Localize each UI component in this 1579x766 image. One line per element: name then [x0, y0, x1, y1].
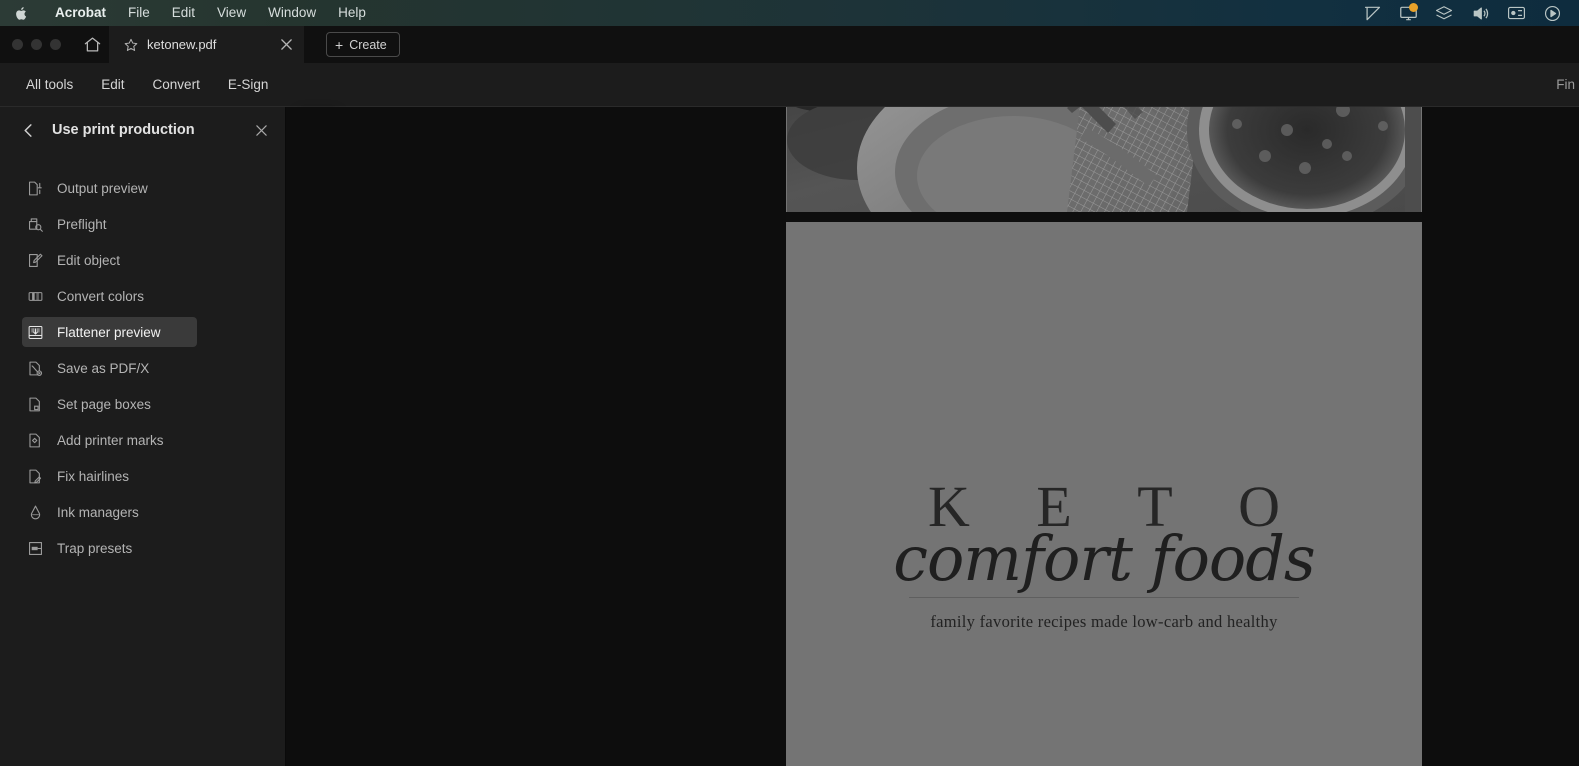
pdf-page[interactable]: K E T O comfort foods family favorite re… [786, 107, 1422, 766]
sidebar-item-flattener-preview[interactable]: Flattener preview [22, 317, 197, 347]
edit-object-icon [26, 251, 45, 270]
sidebar-item-label: Fix hairlines [57, 468, 130, 484]
tools-strip: All tools Edit Convert E-Sign Fin [0, 63, 1579, 107]
menu-bar-status-area [1355, 2, 1569, 24]
sidebar-item-add-printer-marks[interactable]: Add printer marks [22, 425, 197, 455]
create-button[interactable]: + Create [326, 32, 400, 57]
acrobat-window: ketonew.pdf + Create All tools Edit Conv… [0, 26, 1579, 766]
menu-item-help[interactable]: Help [327, 0, 377, 26]
photo-divider [786, 212, 1422, 222]
sidebar-item-label: Set page boxes [57, 396, 151, 412]
panel-header: Use print production [0, 107, 285, 153]
now-playing-icon[interactable] [1535, 2, 1569, 24]
star-icon[interactable] [123, 37, 139, 53]
minimize-window-button[interactable] [31, 39, 42, 50]
sidebar-item-fix-hairlines[interactable]: Fix hairlines [22, 461, 197, 491]
logo-divider [909, 596, 1299, 598]
tab-esign[interactable]: E-Sign [214, 70, 283, 100]
tab-all-tools[interactable]: All tools [12, 70, 87, 100]
sidebar-item-label: Trap presets [57, 540, 133, 556]
sidebar-item-set-page-boxes[interactable]: Set page boxes [22, 389, 197, 419]
sidebar-item-label: Save as PDF/X [57, 360, 150, 376]
tab-title: ketonew.pdf [147, 37, 217, 52]
tab-bar: ketonew.pdf + Create [0, 26, 1579, 63]
document-viewer[interactable]: K E T O comfort foods family favorite re… [286, 107, 1579, 766]
window-traffic-lights [0, 39, 75, 50]
volume-icon[interactable] [1463, 2, 1497, 24]
notification-badge [1409, 3, 1418, 12]
panel-item-list: Output preview Preflight Edit object Con… [0, 153, 285, 563]
workspace-body: Use print production Output preview Pref… [0, 107, 1579, 766]
convert-colors-icon [26, 287, 45, 306]
apple-logo-icon[interactable] [14, 5, 28, 21]
cover-logo: K E T O comfort foods family favorite re… [786, 478, 1422, 632]
logo-script: comfort foods [893, 522, 1315, 595]
save-as-pdfx-icon [26, 359, 45, 378]
mac-menu-bar: Acrobat File Edit View Window Help [0, 0, 1579, 26]
sidebar-item-output-preview[interactable]: Output preview [22, 173, 197, 203]
stacks-icon[interactable] [1427, 2, 1461, 24]
sidebar-item-label: Preflight [57, 216, 107, 232]
photo-image [787, 107, 1421, 212]
sidebar-item-ink-managers[interactable]: Ink managers [22, 497, 197, 527]
menu-item-view[interactable]: View [206, 0, 257, 26]
plus-icon: + [335, 36, 344, 53]
sidebar-item-trap-presets[interactable]: Trap presets [22, 533, 197, 563]
flattener-preview-icon [26, 323, 45, 342]
print-production-panel: Use print production Output preview Pref… [0, 107, 286, 766]
maximize-window-button[interactable] [50, 39, 61, 50]
menu-item-file[interactable]: File [117, 0, 161, 26]
menu-item-edit[interactable]: Edit [161, 0, 206, 26]
display-notification-icon[interactable] [1391, 2, 1425, 24]
logo-tagline: family favorite recipes made low-carb an… [930, 611, 1278, 631]
menu-item-window[interactable]: Window [257, 0, 327, 26]
control-center-icon[interactable] [1499, 2, 1533, 24]
panel-title: Use print production [52, 122, 195, 138]
page-header-photo [787, 107, 1421, 212]
sidebar-item-label: Ink managers [57, 504, 139, 520]
output-preview-icon [26, 179, 45, 198]
set-page-boxes-icon [26, 395, 45, 414]
home-icon[interactable] [75, 30, 109, 60]
sidebar-item-label: Edit object [57, 252, 121, 268]
tools-strip-right: Fin [1556, 77, 1579, 92]
chevron-left-icon[interactable] [18, 120, 38, 140]
sidebar-item-label: Flattener preview [57, 324, 161, 340]
document-tab[interactable]: ketonew.pdf [109, 26, 304, 63]
sidebar-item-edit-object[interactable]: Edit object [22, 245, 197, 275]
sidebar-item-convert-colors[interactable]: Convert colors [22, 281, 197, 311]
sidebar-item-label: Add printer marks [57, 432, 164, 448]
tab-convert[interactable]: Convert [139, 70, 214, 100]
close-icon[interactable] [278, 37, 294, 53]
tab-edit[interactable]: Edit [87, 70, 138, 100]
menu-item-acrobat[interactable]: Acrobat [44, 0, 117, 26]
create-button-label: Create [349, 37, 387, 52]
trap-presets-icon [26, 539, 45, 558]
add-printer-marks-icon [26, 431, 45, 450]
fix-hairlines-icon [26, 467, 45, 486]
sidebar-item-save-as-pdfx[interactable]: Save as PDF/X [22, 353, 197, 383]
ink-managers-icon [26, 503, 45, 522]
screen-mirroring-icon[interactable] [1355, 2, 1389, 24]
sidebar-item-label: Output preview [57, 180, 148, 196]
close-window-button[interactable] [12, 39, 23, 50]
sidebar-item-label: Convert colors [57, 288, 145, 304]
find-label[interactable]: Fin [1556, 77, 1575, 92]
preflight-icon [26, 215, 45, 234]
close-icon[interactable] [251, 120, 271, 140]
sidebar-item-preflight[interactable]: Preflight [22, 209, 197, 239]
